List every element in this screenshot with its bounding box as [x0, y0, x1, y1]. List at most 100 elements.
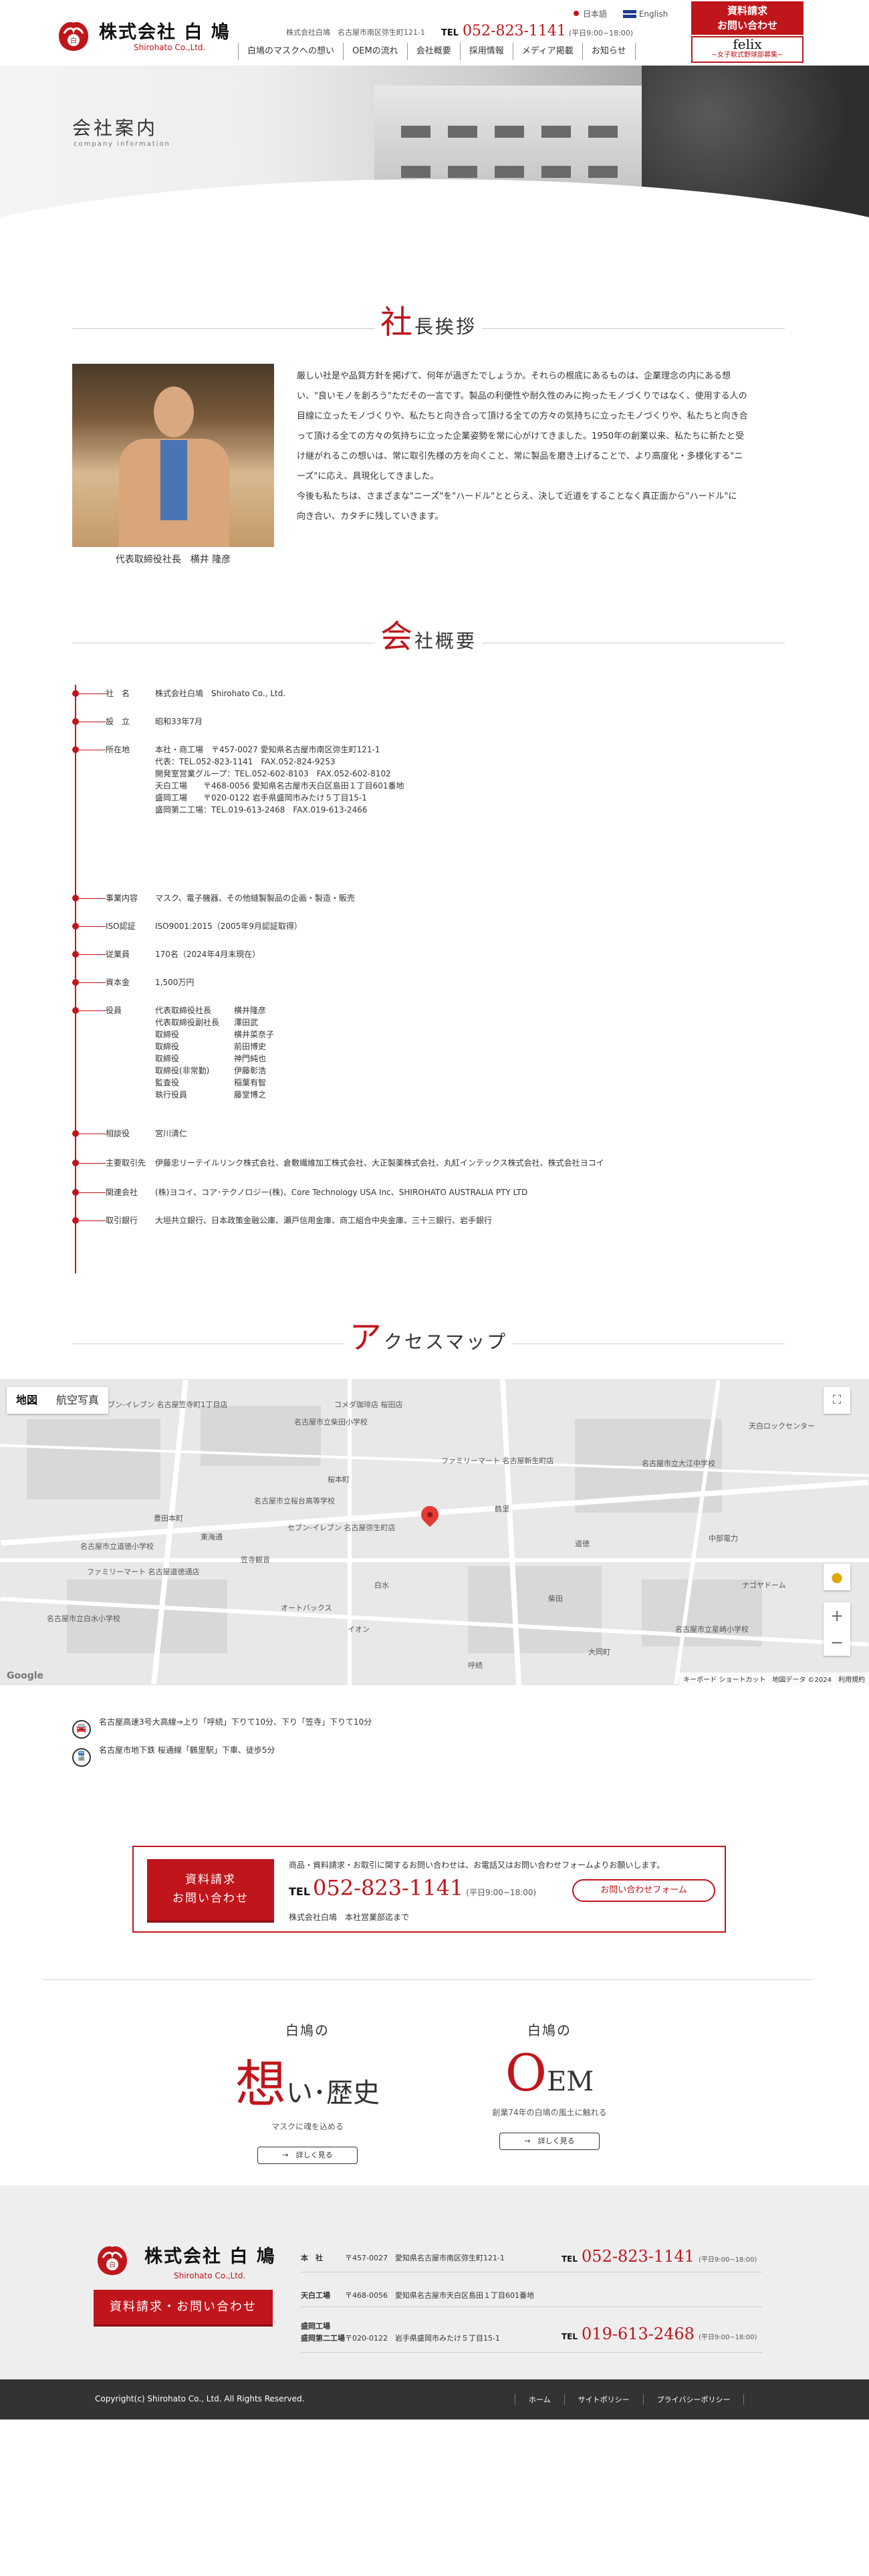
- map-place-label[interactable]: 名古屋市立大江中学校: [642, 1458, 715, 1469]
- map-tab-map[interactable]: 地図: [7, 1387, 47, 1414]
- map-place-label[interactable]: 名古屋市立桜台高等学校: [254, 1495, 335, 1506]
- footer-link-home[interactable]: ホーム: [515, 2394, 564, 2405]
- map-place-label[interactable]: コメダ珈琲店 桜田店: [334, 1399, 403, 1410]
- map-place-label[interactable]: 天白ロックセンター: [749, 1420, 815, 1431]
- footer-link-site-policy[interactable]: サイトポリシー: [564, 2394, 643, 2405]
- greeting-line: 向き合い、カタチに残していきます。: [297, 512, 444, 522]
- map-place-label[interactable]: 豊田本町: [154, 1513, 183, 1523]
- map-place-label[interactable]: 桜本町: [328, 1474, 350, 1485]
- tel-number: 052-823-1141: [463, 23, 566, 39]
- nav-item-recruit[interactable]: 採用情報: [459, 43, 513, 60]
- map-place-label[interactable]: 呼続: [468, 1660, 483, 1671]
- map-place-label[interactable]: 柴田: [548, 1593, 563, 1604]
- footer-office-row: 天白工場 〒468-0056 愛知県名古屋市天白区島田１丁目601番地: [301, 2283, 762, 2307]
- feature-label: 白鳩の: [527, 2022, 572, 2038]
- map-place-label[interactable]: 東海通: [201, 1531, 223, 1542]
- felix-banner[interactable]: felix ~女子軟式野球部募集~: [691, 36, 803, 63]
- overview-value: (株)ヨコイ、コア･テクノロジー(株)、Core Technology USA …: [155, 1186, 783, 1198]
- tel-number: 019-613-2468: [582, 2325, 695, 2343]
- map-place-label[interactable]: オートバックス: [281, 1602, 332, 1613]
- heading-initial: 会: [380, 618, 414, 655]
- access-subway: 🚆 名古屋市地下鉄 桜通線「鶴里駅」下車、徒歩5分: [72, 1744, 275, 1767]
- map-place-label[interactable]: 白水: [374, 1580, 389, 1590]
- map-place-label[interactable]: セブン-イレブン 名古屋弥生町店: [287, 1522, 395, 1533]
- request-contact-button[interactable]: 資料請求 お問い合わせ: [691, 1, 803, 35]
- nav-item-company[interactable]: 会社概要: [406, 43, 460, 60]
- map-place-label[interactable]: 名古屋市立白水小学校: [47, 1613, 120, 1624]
- map-place-label[interactable]: セブン-イレブン 名古屋笠寺町1丁目店: [100, 1399, 227, 1410]
- nav-item-philosophy[interactable]: 白鳩のマスクへの想い: [238, 43, 343, 60]
- overview-value-line: マスク、電子機器、その他縫製製品の企画・製造・販売: [155, 893, 355, 903]
- map-place-label[interactable]: 笠寺観音: [241, 1554, 270, 1565]
- oem-more-button[interactable]: → 詳しく見る: [499, 2133, 600, 2150]
- bullet-dot-icon: [72, 1217, 79, 1224]
- access-map[interactable]: セブン-イレブン 名古屋笠寺町1丁目店 コメダ珈琲店 桜田店名古屋市立柴田小学校 天…: [0, 1379, 869, 1685]
- map-attribution[interactable]: キーボード ショートカット 地図データ ©2024 利用規約: [679, 1673, 869, 1685]
- zoom-in-button[interactable]: +: [824, 1602, 850, 1629]
- nav-item-oem[interactable]: OEMの流れ: [343, 43, 407, 60]
- fullscreen-icon[interactable]: ⛶: [824, 1387, 850, 1414]
- overview-value: 大垣共立銀行、日本政策金融公庫、瀬戸信用金庫、商工組合中央金庫、三十三銀行、岩手…: [155, 1214, 783, 1226]
- location-pin-icon[interactable]: [417, 1502, 443, 1527]
- global-nav: 白鳩のマスクへの想い OEMの流れ 会社概要 採用情報 メディア掲載 お知らせ: [238, 43, 636, 60]
- nav-item-media[interactable]: メディア掲載: [512, 43, 582, 60]
- overview-value-line: 盛岡第二工場：TEL.019-613-2468 FAX.019-613-2466: [155, 805, 368, 815]
- bullet-dot-icon: [72, 951, 79, 958]
- contact-form-button[interactable]: お問い合わせフォーム: [572, 1879, 715, 1902]
- map-place-label[interactable]: 大同町: [588, 1646, 610, 1657]
- svg-text:白: 白: [70, 36, 77, 45]
- overview-key: 役員: [106, 1006, 122, 1015]
- company-name: 株式会社 白 鳩: [99, 22, 231, 43]
- map-place-label[interactable]: 道徳: [575, 1538, 590, 1549]
- officer-name: 稲葉有智: [234, 1078, 267, 1087]
- president-photo: [72, 364, 274, 547]
- cta-line2: お問い合わせ: [717, 19, 777, 31]
- lang-english[interactable]: English: [639, 9, 668, 19]
- map-place-label[interactable]: 中部電力: [709, 1533, 738, 1543]
- footer-contact-button[interactable]: 資料請求・お問い合わせ: [94, 2290, 273, 2325]
- map-place-label[interactable]: 名古屋市立柴田小学校: [294, 1416, 368, 1427]
- overview-value-line: 代表：TEL.052-823-1141 FAX.052-824-9253: [155, 757, 336, 766]
- overview-value: 伊藤忠リーテイルリンク株式会社、倉敷繊維加工株式会社、大正製薬株式会社、丸紅イン…: [155, 1157, 783, 1169]
- contact-tel[interactable]: TEL 052-823-1141 (平日9:00~18:00): [289, 1875, 536, 1901]
- tel-label: TEL: [289, 1885, 311, 1898]
- company-logo[interactable]: 白 株式会社 白 鳩 Shirohato Co.,Ltd.: [55, 16, 229, 53]
- map-place-label[interactable]: 名古屋市立星崎小学校: [675, 1624, 749, 1634]
- footer-link-privacy[interactable]: プライバシーポリシー: [642, 2394, 745, 2405]
- office-tel[interactable]: TEL 052-823-1141 (平日9:00~18:00): [562, 2247, 757, 2266]
- overview-key: 社 名: [106, 689, 130, 698]
- map-tab-satellite[interactable]: 航空写真: [47, 1387, 108, 1414]
- officer-title: 取締役: [155, 1042, 180, 1051]
- header-tel[interactable]: TEL 052-823-1141 (平日9:00~18:00): [441, 23, 633, 39]
- map-place-label[interactable]: イオン: [348, 1624, 370, 1634]
- greeting-line: 厳しい社是や品質方針を掲げて、何年が過ぎたでしょうか。それらの根底にあるものは、…: [297, 371, 731, 381]
- overview-value-line: 宮川清仁: [155, 1129, 188, 1138]
- tel-hours: (平日9:00~18:00): [568, 29, 634, 37]
- map-place-label[interactable]: ファミリーマート 名古屋新生町店: [441, 1455, 554, 1466]
- tel-label: TEL: [441, 28, 459, 38]
- request-contact-button[interactable]: 資料請求 お問い合わせ: [147, 1859, 274, 1921]
- map-zoom-control: + −: [824, 1602, 850, 1656]
- greeting-line: い、"良いモノを創ろう"ただその一言です。製品の利便性や耐久性のみに拘ったモノづ…: [297, 391, 747, 401]
- overview-key: 主要取引先: [106, 1158, 146, 1168]
- office-tel[interactable]: TEL 019-613-2468 (平日9:00~18:00): [562, 2325, 757, 2343]
- zoom-out-button[interactable]: −: [824, 1629, 850, 1656]
- lang-japanese[interactable]: 日本語: [583, 9, 607, 19]
- map-place-label[interactable]: 名古屋市立道徳小学校: [80, 1541, 154, 1551]
- map-place-label[interactable]: ナゴヤドーム: [742, 1580, 786, 1590]
- shirohato-logo-icon: 白: [59, 21, 88, 51]
- company-name: 株式会社 白 鳩: [144, 2246, 276, 2267]
- feature-desc: 創業74年の白鳩の風土に触れる: [492, 2108, 607, 2117]
- philosophy-more-button[interactable]: → 詳しく見る: [257, 2147, 358, 2164]
- overview-value: 170名（2024年4月末現在）: [155, 948, 783, 960]
- contact-lead: 商品・資料請求・お取引に関するお問い合わせは、お電話又はお問い合わせフォームより…: [289, 1860, 665, 1870]
- nav-item-news[interactable]: お知らせ: [582, 43, 636, 60]
- pegman-icon[interactable]: ●: [824, 1564, 850, 1590]
- map-place-label[interactable]: 鶴里: [495, 1503, 509, 1514]
- contact-box: 資料請求 お問い合わせ 商品・資料請求・お取引に関するお問い合わせは、お電話又は…: [132, 1846, 726, 1933]
- officer-title: 取締役(非常勤): [155, 1066, 210, 1075]
- site-footer: 白 株式会社 白 鳩 Shirohato Co.,Ltd. 資料請求・お問い合わ…: [0, 2185, 869, 2379]
- map-place-label[interactable]: ファミリーマート 名古屋道徳通店: [87, 1566, 200, 1577]
- footer-logo[interactable]: 白 株式会社 白 鳩 Shirohato Co.,Ltd.: [94, 2239, 275, 2283]
- overview-value-line: 盛岡工場 〒020-0122 岩手県盛岡市みたけ５丁目15-1: [155, 793, 367, 802]
